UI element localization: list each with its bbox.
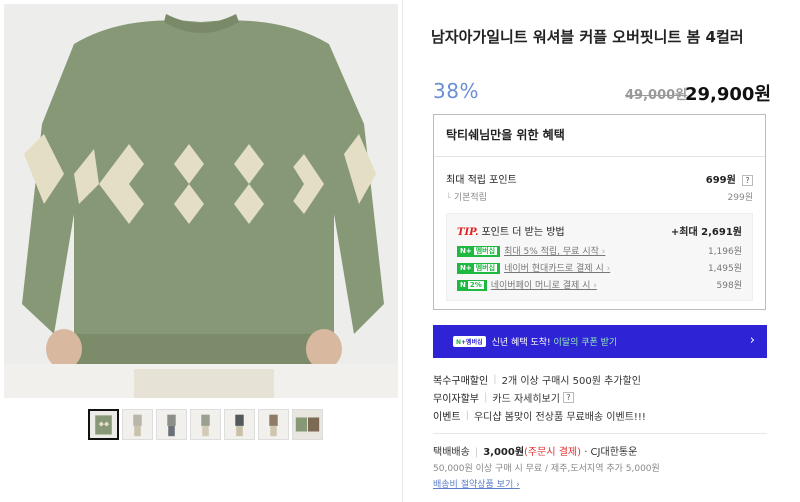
thumbnail-5[interactable] xyxy=(224,409,255,440)
main-product-image[interactable] xyxy=(4,4,398,398)
benefit-heading: 탁티쉐님만을 위한 혜택 xyxy=(434,115,765,157)
tip-max-points: +최대 2,691원 xyxy=(670,227,742,238)
sale-price: 29,900원 xyxy=(685,84,772,105)
max-points-label: 최대 적립 포인트 xyxy=(446,175,517,186)
thumbnail-6[interactable] xyxy=(258,409,289,440)
tip-text: 포인트 더 받는 방법 xyxy=(481,227,565,238)
card-details-link[interactable]: 카드 자세히보기 xyxy=(492,390,560,405)
info-key: 이벤트 xyxy=(433,412,461,423)
info-row-event: 이벤트 | 우디샵 봄맞이 전상품 무료배송 이벤트!!! xyxy=(433,410,646,423)
shipping-fee-note: (주문시 결제) xyxy=(524,447,582,458)
tip-item: N+멤버십네이버 현대카드로 결제 시 1,495원 xyxy=(457,261,742,274)
product-info-panel: 남자아가일니트 워셔블 커플 오버핏니트 봄 4컬러 38% 49,000원 2… xyxy=(402,0,800,502)
promo-highlight: 이달의 쿠폰 받기 xyxy=(553,338,618,348)
divider xyxy=(433,433,767,434)
info-key: 무이자할부 xyxy=(433,394,479,405)
thumbnail-4[interactable] xyxy=(190,409,221,440)
shipping-fee: 3,000원 xyxy=(483,447,525,458)
info-row-installment: 무이자할부 | 카드 자세히보기? xyxy=(433,390,574,405)
thumbnail-2[interactable] xyxy=(122,409,153,440)
info-row-multi-discount: 복수구매할인 | 2개 이상 구매시 500원 추가할인 xyxy=(433,374,641,387)
naver-pay-badge-icon: N 2% xyxy=(457,280,487,291)
shipping-carrier: · CJ대한통운 xyxy=(584,447,638,458)
thumbnail-strip xyxy=(88,409,323,440)
tip-link[interactable]: 네이버 현대카드로 결제 시 xyxy=(504,264,610,274)
tip-value: 598원 xyxy=(716,281,742,291)
tip-link[interactable]: 네이버페이 머니로 결제 시 xyxy=(491,281,597,291)
info-value: 우디샵 봄맞이 전상품 무료배송 이벤트!!! xyxy=(473,412,646,423)
tip-label: TIP. xyxy=(457,227,479,238)
basic-points-row: 기본적립 299원 xyxy=(446,190,753,203)
info-key: 복수구매할인 xyxy=(433,376,489,387)
basic-points-value: 299원 xyxy=(727,193,753,203)
basic-points-label: 기본적립 xyxy=(446,190,487,203)
membership-promo-banner[interactable]: N+멤버십 신년 혜택 도착! 이달의 쿠폰 받기 › xyxy=(433,325,767,358)
question-mark-icon[interactable]: ? xyxy=(562,392,574,403)
tip-item: N+멤버십최대 5% 적립, 무료 시작 1,196원 xyxy=(457,244,742,257)
thumbnail-3[interactable] xyxy=(156,409,187,440)
shipping-row: 택배배송 | 3,000원(주문시 결제) · CJ대한통운 xyxy=(433,447,638,458)
shipping-label: 택배배송 xyxy=(433,447,470,458)
thumbnail-7[interactable] xyxy=(292,409,323,440)
discount-rate: 38% xyxy=(433,79,479,103)
max-points-value: 699원 xyxy=(705,175,736,186)
tip-value: 1,196원 xyxy=(707,247,742,257)
naver-plus-badge-icon: N+ 멤버십 xyxy=(457,246,501,257)
tip-heading: TIP. 포인트 더 받는 방법 xyxy=(457,223,565,238)
product-gallery xyxy=(0,0,402,502)
max-points-row: 최대 적립 포인트 699원 ? xyxy=(446,171,753,186)
naver-plus-badge-icon: N+ 멤버십 xyxy=(457,263,501,274)
tip-box: TIP. 포인트 더 받는 방법 +최대 2,691원 N+ 멤버십 최대 5% 적립… xyxy=(446,213,753,301)
product-title: 남자아가일니트 워셔블 커플 오버핏니트 봄 4컬러 xyxy=(431,28,744,46)
benefit-box: 탁티쉐님만을 위한 혜택 최대 적립 포인트 699원 ? 기본적립 299원 … xyxy=(433,114,766,310)
thumbnail-1[interactable] xyxy=(88,409,119,440)
chevron-right-icon: › xyxy=(749,333,755,348)
tip-value: 1,495원 xyxy=(707,264,742,274)
question-mark-icon[interactable]: ? xyxy=(742,174,753,186)
shipping-saver-link[interactable]: 배송비 절약상품 보기 xyxy=(433,477,520,490)
original-price: 49,000원 xyxy=(625,88,688,103)
shipping-detail: 50,000원 이상 구매 시 무료 / 제주,도서지역 추가 5,000원 xyxy=(433,464,660,474)
tip-item: N2% 네이버페이 머니로 결제 시 598원 xyxy=(457,278,742,291)
naver-plus-logo-icon: N+멤버십 xyxy=(453,336,486,347)
promo-text: 신년 혜택 도착! xyxy=(491,338,551,348)
info-value: 2개 이상 구매시 500원 추가할인 xyxy=(501,376,641,387)
tip-link[interactable]: 최대 5% 적립, 무료 시작 xyxy=(504,247,605,257)
